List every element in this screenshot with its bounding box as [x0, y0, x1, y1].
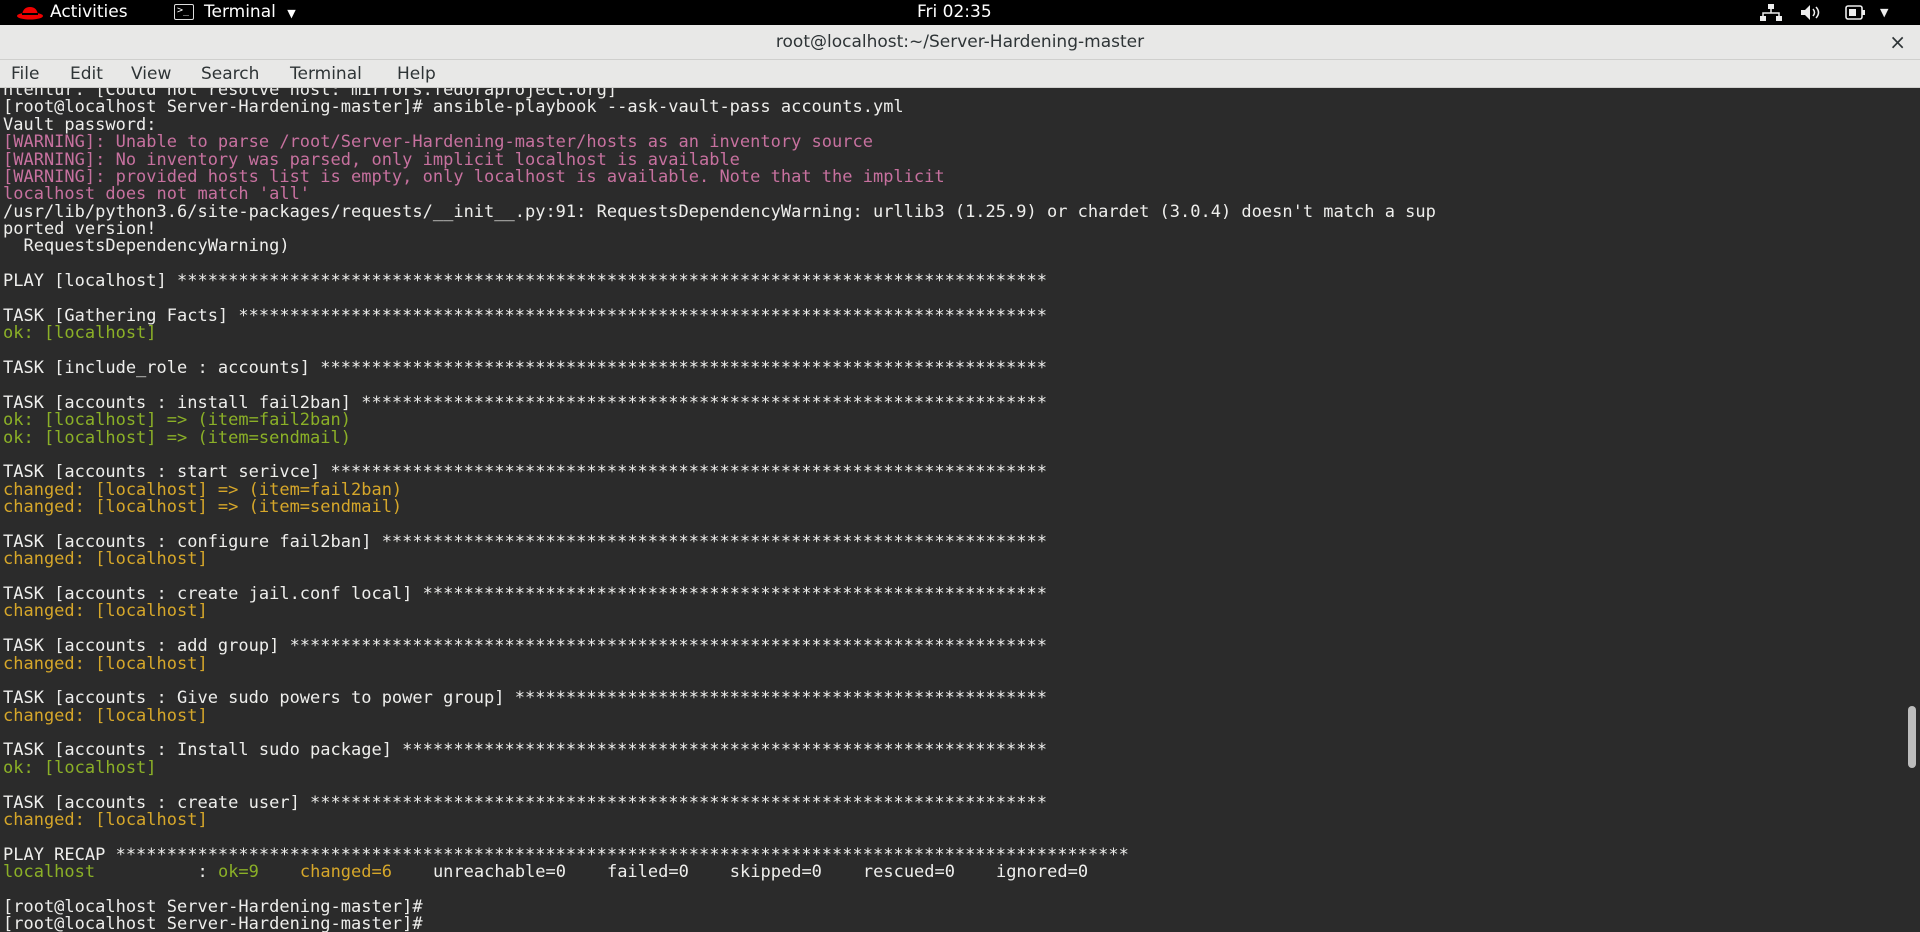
- terminal-output[interactable]: ntentur. [Could not resolve host: mirror…: [0, 88, 1904, 932]
- terminal-line: [WARNING]: No inventory was parsed, only…: [3, 149, 740, 170]
- power-icon[interactable]: [1845, 4, 1867, 21]
- recap-failed: failed=0: [606, 862, 689, 883]
- terminal-line: changed: [localhost]: [3, 705, 208, 726]
- recap-changed: changed=6: [299, 862, 392, 883]
- scrollbar-thumb[interactable]: [1908, 706, 1916, 768]
- terminal-line: changed: [localhost] => (item=sendmail): [3, 497, 403, 518]
- terminal-line: localhost does not match 'all': [3, 184, 311, 205]
- terminal-app-menu[interactable]: >_ Terminal ▼: [174, 0, 296, 25]
- terminal-line: ok: [localhost] => (item=sendmail): [3, 427, 351, 448]
- volume-icon[interactable]: [1800, 4, 1824, 21]
- terminal-line: /usr/lib/python3.6/site-packages/request…: [3, 201, 1436, 222]
- terminal-icon: >_: [174, 4, 194, 20]
- terminal-line: [root@localhost Server-Hardening-master]…: [3, 97, 904, 118]
- terminal-line: changed: [localhost]: [3, 601, 208, 622]
- terminal-line: [WARNING]: Unable to parse /root/Server-…: [3, 132, 873, 153]
- menu-bar: File Edit View Search Terminal Help: [0, 60, 1920, 88]
- menu-file[interactable]: File: [11, 60, 39, 87]
- recap-skipped: skipped=0: [729, 862, 822, 883]
- window-title: root@localhost:~/Server-Hardening-master: [775, 32, 1145, 52]
- menu-search[interactable]: Search: [201, 60, 259, 87]
- recap-ok: ok=9: [217, 862, 259, 883]
- close-icon[interactable]: ×: [1889, 25, 1906, 59]
- terminal-line: TASK [Gathering Facts] *****************…: [3, 305, 1047, 326]
- redhat-logo-icon[interactable]: [16, 5, 44, 20]
- menu-terminal[interactable]: Terminal: [290, 60, 362, 87]
- terminal-line: ok: [localhost]: [3, 323, 157, 344]
- recap-host: localhost: [3, 862, 96, 883]
- terminal-line: ok: [localhost] => (item=fail2ban): [3, 410, 351, 431]
- recap-unreachable: unreachable=0: [432, 862, 566, 883]
- terminal-line: TASK [accounts : start serivce] ********…: [3, 462, 1047, 483]
- terminal-line: PLAY [localhost] ***********************…: [3, 271, 1047, 292]
- top-bar: Activities >_ Terminal ▼ Fri 02:35 ▼: [0, 0, 1920, 25]
- clock[interactable]: Fri 02:35: [917, 0, 992, 25]
- terminal-line: changed: [localhost]: [3, 653, 208, 674]
- terminal-line: TASK [include_role : accounts] *********…: [3, 358, 1047, 379]
- scrollbar[interactable]: [1904, 88, 1920, 932]
- terminal-line: TASK [accounts : add group] ************…: [3, 636, 1047, 657]
- system-menu-chevron-icon[interactable]: ▼: [1880, 0, 1888, 25]
- terminal-line: RequestsDependencyWarning): [3, 236, 290, 257]
- recap-ignored: ignored=0: [995, 862, 1089, 883]
- menu-help[interactable]: Help: [397, 60, 436, 87]
- terminal-line: localhost : ok=9 changed=6 unreachable=0…: [3, 864, 1088, 881]
- terminal-line: changed: [localhost]: [3, 809, 208, 830]
- window-titlebar[interactable]: root@localhost:~/Server-Hardening-master…: [0, 25, 1920, 60]
- terminal-line: TASK [accounts : Install sudo package] *…: [3, 740, 1047, 761]
- chevron-down-icon: ▼: [287, 7, 296, 20]
- activities-button[interactable]: Activities: [50, 0, 128, 25]
- terminal-line: ok: [localhost]: [3, 757, 157, 778]
- terminal-line: [root@localhost Server-Hardening-master]…: [3, 914, 423, 932]
- terminal-line: TASK [accounts : Give sudo powers to pow…: [3, 688, 1047, 709]
- menu-edit[interactable]: Edit: [70, 60, 103, 87]
- menu-view[interactable]: View: [131, 60, 171, 87]
- recap-rescued: rescued=0: [862, 862, 955, 883]
- app-menu-label: Terminal: [204, 2, 276, 22]
- network-icon[interactable]: [1760, 4, 1782, 21]
- terminal-line: changed: [localhost]: [3, 549, 208, 570]
- recap-colon: :: [95, 862, 218, 883]
